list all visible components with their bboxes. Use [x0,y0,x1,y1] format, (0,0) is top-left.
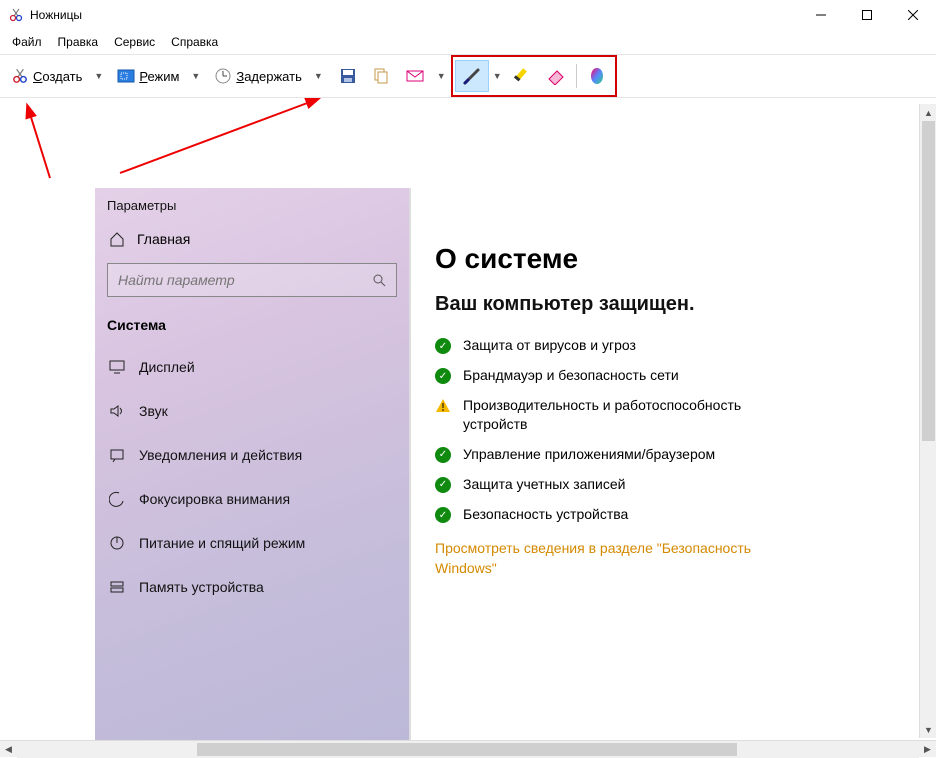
status-row: ✓ Защита от вирусов и угроз [435,336,891,354]
home-icon [109,231,125,247]
highlighter-button[interactable] [508,60,540,92]
status-row: ✓ Безопасность устройства [435,505,891,523]
scroll-up-button[interactable]: ▲ [920,104,936,121]
about-heading: О системе [435,243,891,275]
status-text: Защита от вирусов и угроз [463,336,636,354]
menu-tools[interactable]: Сервис [108,32,161,52]
sidebar-item-notifications[interactable]: Уведомления и действия [95,433,409,477]
pen-button[interactable] [455,60,489,92]
warning-icon [435,398,451,414]
toolbar: Создать ▼ Режим ▼ Задержать ▼ ▼ ▼ [0,54,936,98]
vertical-scroll-thumb[interactable] [922,121,935,441]
check-icon: ✓ [435,507,451,523]
horizontal-scrollbar[interactable]: ◀ ▶ [0,740,936,757]
scroll-down-button[interactable]: ▼ [920,721,936,738]
status-row: ✓ Управление приложениями/браузером [435,445,891,463]
new-dropdown[interactable]: ▼ [94,71,103,81]
window-title: Ножницы [30,8,82,22]
sidebar-item-label: Питание и спящий режим [139,535,305,551]
maximize-button[interactable] [844,0,890,30]
eraser-button[interactable] [540,60,572,92]
sidebar-home-label: Главная [137,231,190,247]
check-icon: ✓ [435,477,451,493]
status-text: Брандмауэр и безопасность сети [463,366,679,384]
security-status-list: ✓ Защита от вирусов и угроз ✓ Брандмауэр и … [435,336,891,523]
sidebar-home[interactable]: Главная [95,221,409,257]
menu-help[interactable]: Справка [165,32,224,52]
storage-icon [109,579,125,595]
status-text: Защита учетных записей [463,475,625,493]
sidebar-item-sound[interactable]: Звук [95,389,409,433]
search-input[interactable] [118,272,348,288]
status-row: Производительность и работоспособность у… [435,396,891,432]
copy-button[interactable] [365,60,397,92]
menu-edit[interactable]: Правка [52,32,105,52]
pen-dropdown[interactable]: ▼ [493,71,502,81]
delay-dropdown[interactable]: ▼ [314,71,323,81]
mode-dropdown[interactable]: ▼ [191,71,200,81]
check-icon: ✓ [435,338,451,354]
separator [576,64,577,88]
status-row: ✓ Защита учетных записей [435,475,891,493]
window-controls [798,0,936,30]
sidebar-item-label: Фокусировка внимания [139,491,290,507]
sidebar-item-label: Дисплей [139,359,195,375]
display-icon [109,359,125,375]
vertical-scrollbar[interactable]: ▲ ▼ [919,104,936,738]
settings-window: Параметры Главная Система Дисплей Звук У… [95,188,915,740]
minimize-button[interactable] [798,0,844,30]
check-icon: ✓ [435,447,451,463]
security-link[interactable]: Просмотреть сведения в разделе "Безопасн… [435,539,755,578]
sidebar-item-label: Память устройства [139,579,264,595]
sidebar-item-power[interactable]: Питание и спящий режим [95,521,409,565]
sidebar-section-system: Система [95,307,409,345]
status-row: ✓ Брандмауэр и безопасность сети [435,366,891,384]
new-snip-button[interactable]: Создать [4,60,89,92]
status-text: Управление приложениями/браузером [463,445,715,463]
close-button[interactable] [890,0,936,30]
paint3d-button[interactable] [581,60,613,92]
power-icon [109,535,125,551]
settings-sidebar: Параметры Главная Система Дисплей Звук У… [95,188,410,740]
sidebar-item-label: Уведомления и действия [139,447,302,463]
sound-icon [109,403,125,419]
send-button[interactable] [398,60,432,92]
menu-bar: Файл Правка Сервис Справка [0,30,936,54]
settings-title: Параметры [95,188,409,221]
menu-file[interactable]: Файл [6,32,48,52]
status-text: Производительность и работоспособность у… [463,396,773,432]
about-subheading: Ваш компьютер защищен. [435,293,891,316]
status-text: Безопасность устройства [463,505,628,523]
focus-icon [109,491,125,507]
mode-button[interactable]: Режим [110,60,186,92]
sidebar-item-label: Звук [139,403,168,419]
sidebar-item-display[interactable]: Дисплей [95,345,409,389]
title-bar: Ножницы [0,0,936,30]
horizontal-scroll-thumb[interactable] [197,743,737,756]
send-dropdown[interactable]: ▼ [437,71,446,81]
sidebar-item-storage[interactable]: Память устройства [95,565,409,609]
snip-canvas: Параметры Главная Система Дисплей Звук У… [0,98,936,740]
settings-content: О системе Ваш компьютер защищен. ✓ Защита… [410,188,915,740]
delay-button[interactable]: Задержать [207,60,309,92]
search-icon [372,273,386,287]
check-icon: ✓ [435,368,451,384]
sidebar-item-focus[interactable]: Фокусировка внимания [95,477,409,521]
search-box[interactable] [107,263,397,297]
save-button[interactable] [332,60,364,92]
notifications-icon [109,447,125,463]
app-icon [8,7,24,23]
annotation-tools-highlight: ▼ [451,55,617,97]
